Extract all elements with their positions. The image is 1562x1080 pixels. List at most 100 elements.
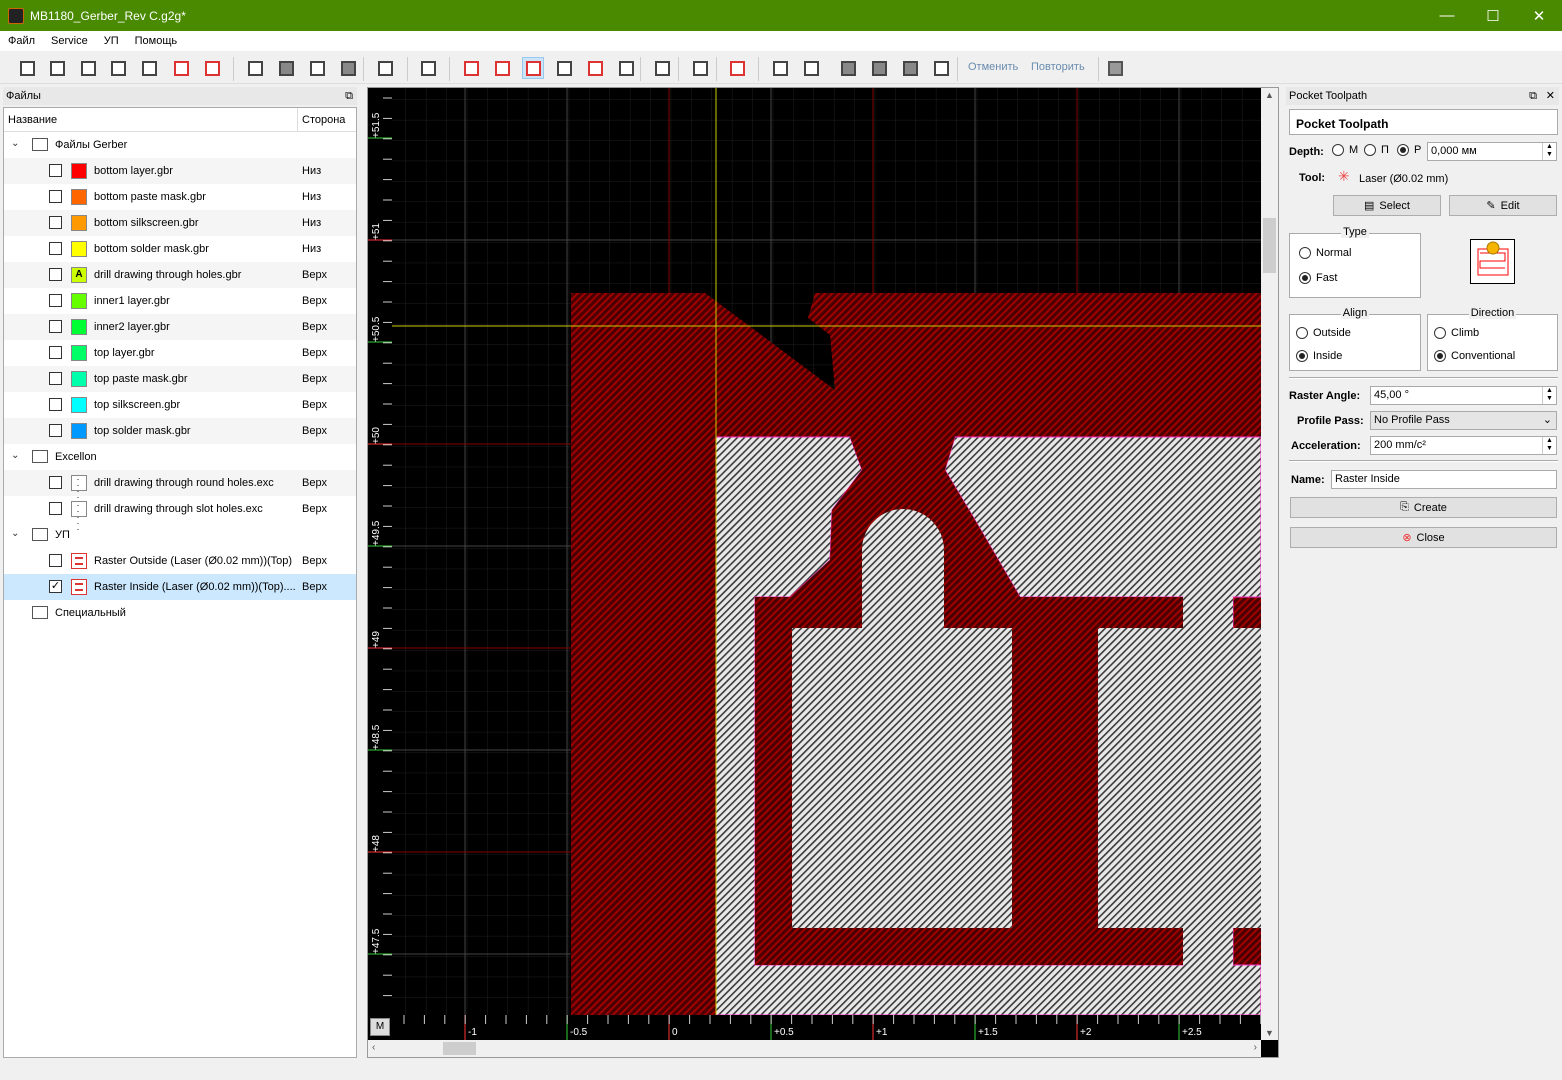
layer-color-swatch[interactable] <box>71 293 87 309</box>
align-radio-1[interactable]: Inside <box>1296 350 1342 362</box>
layer-color-swatch[interactable] <box>71 397 87 413</box>
close-panel-icon[interactable]: ✕ <box>1546 87 1555 105</box>
circle-icon[interactable] <box>800 57 822 79</box>
visibility-checkbox[interactable] <box>49 398 62 411</box>
tree-item[interactable]: bottom paste mask.gbr Низ <box>4 184 356 210</box>
tree-item[interactable]: top layer.gbr Верх <box>4 340 356 366</box>
horizontal-scrollbar[interactable]: ‹ › <box>368 1040 1261 1057</box>
visibility-checkbox[interactable] <box>49 372 62 385</box>
tree-item[interactable]: inner2 layer.gbr Верх <box>4 314 356 340</box>
zoom-window-icon[interactable] <box>306 57 328 79</box>
depth-spinner[interactable]: ▲ ▼ <box>1542 143 1556 160</box>
tree-group[interactable]: ⌄ Файлы Gerber <box>4 132 356 158</box>
panel-view-icon[interactable] <box>417 57 439 79</box>
units-button[interactable]: M <box>370 1018 390 1036</box>
save-as-icon[interactable] <box>107 57 129 79</box>
scroll-left-icon[interactable]: ‹ <box>372 1042 375 1053</box>
visibility-checkbox[interactable] <box>49 242 62 255</box>
scroll-down-icon[interactable]: ▼ <box>1265 1028 1274 1038</box>
expand-chevron-icon[interactable]: ⌄ <box>11 528 19 539</box>
tree-group[interactable]: ⌄ Excellon <box>4 444 356 470</box>
visibility-checkbox[interactable] <box>49 502 62 515</box>
profile-toolpath-icon[interactable] <box>460 57 482 79</box>
type-radio-0[interactable]: Normal <box>1299 247 1351 259</box>
layer-color-swatch[interactable] <box>71 371 87 387</box>
menu-help[interactable]: Помощь <box>127 35 186 47</box>
create-button[interactable]: ⎘ Create <box>1290 497 1557 518</box>
layer-color-swatch[interactable] <box>71 189 87 205</box>
undo-button[interactable]: Отменить <box>968 61 1018 73</box>
path-icon[interactable] <box>553 57 575 79</box>
layer-color-swatch[interactable] <box>71 345 87 361</box>
tree-item[interactable]: top solder mask.gbr Верх <box>4 418 356 444</box>
tree-item[interactable]: top paste mask.gbr Верх <box>4 366 356 392</box>
close-button[interactable]: ✕ <box>1516 0 1562 31</box>
pocket-spiral-icon[interactable] <box>491 57 513 79</box>
expand-chevron-icon[interactable]: ⌄ <box>11 450 19 461</box>
shape-settings-icon[interactable] <box>930 57 952 79</box>
open-icon[interactable] <box>46 57 68 79</box>
float-panel-icon[interactable]: ⧉ <box>345 87 353 105</box>
table-icon[interactable] <box>689 57 711 79</box>
tree-item[interactable]: · ··· · drill drawing through round holes… <box>4 470 356 508</box>
name-input[interactable]: Raster Inside <box>1331 470 1557 489</box>
grid-view-icon[interactable] <box>374 57 396 79</box>
redo-button[interactable]: Повторить <box>1031 61 1085 73</box>
maximize-button[interactable]: ☐ <box>1470 0 1516 31</box>
column-name[interactable]: Название <box>8 114 57 126</box>
tree-item[interactable]: top silkscreen.gbr Верх <box>4 392 356 418</box>
layer-color-swatch[interactable] <box>71 241 87 257</box>
save-icon[interactable] <box>77 57 99 79</box>
save-all-icon[interactable] <box>138 57 160 79</box>
raster-angle-input[interactable]: 45,00 ° ▲ ▼ <box>1370 386 1557 405</box>
drill-target-icon[interactable] <box>584 57 606 79</box>
visibility-checkbox[interactable] <box>49 320 62 333</box>
depth-radio-2[interactable]: Р <box>1397 144 1421 156</box>
profile-pass-select[interactable]: No Profile Pass ⌄ <box>1370 411 1557 430</box>
minimize-button[interactable]: — <box>1424 0 1470 31</box>
zoom-fit-icon[interactable] <box>244 57 266 79</box>
visibility-checkbox[interactable] <box>49 190 62 203</box>
shape-subtract-icon[interactable] <box>868 57 890 79</box>
pcb-view[interactable]: +51.5 +51 +50.5 +50 +49.5 +49 +48.5 +48 +47.5 -1… <box>368 88 1280 1059</box>
tree-item[interactable]: Adrill drawing through holes.gbr Верх <box>4 262 356 288</box>
rectangle-icon[interactable] <box>769 57 791 79</box>
menu-toolpath[interactable]: УП <box>96 35 127 47</box>
export-pdf-icon[interactable] <box>170 57 192 79</box>
visibility-checkbox[interactable] <box>49 476 62 489</box>
align-radio-0[interactable]: Outside <box>1296 327 1351 339</box>
pocket-raster-icon[interactable] <box>522 57 544 79</box>
visibility-checkbox[interactable] <box>49 164 62 177</box>
menu-file[interactable]: Файл <box>0 35 43 47</box>
layer-color-swatch[interactable] <box>71 215 87 231</box>
float-panel-icon[interactable]: ⧉ <box>1529 87 1537 105</box>
visibility-checkbox[interactable] <box>49 554 62 567</box>
close-dialog-button[interactable]: ⊗ Close <box>1290 527 1557 548</box>
zoom-out-icon[interactable] <box>337 57 359 79</box>
new-project-icon[interactable] <box>16 57 38 79</box>
scroll-right-icon[interactable]: › <box>1254 1042 1257 1053</box>
horizontal-scroll-thumb[interactable] <box>443 1042 476 1055</box>
shape-union-icon[interactable] <box>837 57 859 79</box>
drill-points-icon[interactable] <box>615 57 637 79</box>
vertical-scroll-thumb[interactable] <box>1263 218 1276 273</box>
visibility-checkbox[interactable] <box>49 294 62 307</box>
acceleration-spinner[interactable]: ▲ ▼ <box>1542 437 1556 454</box>
simulate-icon[interactable] <box>651 57 673 79</box>
type-radio-1[interactable]: Fast <box>1299 272 1337 284</box>
visibility-checkbox[interactable] <box>49 268 62 281</box>
tree-item[interactable]: Raster Outside (Laser (Ø0.02 mm))(Top) Ве… <box>4 548 356 574</box>
shape-intersect-icon[interactable] <box>899 57 921 79</box>
edit-tool-button[interactable]: ✎ Edit <box>1449 195 1557 216</box>
direction-radio-0[interactable]: Climb <box>1434 327 1479 339</box>
layer-color-swatch[interactable] <box>71 423 87 439</box>
tree-item[interactable]: ✓ Raster Inside (Laser (Ø0.02 mm))(Top)..… <box>4 574 356 600</box>
close-file-icon[interactable] <box>201 57 223 79</box>
layer-color-swatch[interactable] <box>71 319 87 335</box>
direction-radio-1[interactable]: Conventional <box>1434 350 1515 362</box>
tree-item[interactable]: bottom solder mask.gbr Низ <box>4 236 356 262</box>
viewport-canvas[interactable]: +51.5 +51 +50.5 +50 +49.5 +49 +48.5 +48 +47.5 -1… <box>367 87 1279 1058</box>
tree-item[interactable]: inner1 layer.gbr Верх <box>4 288 356 314</box>
column-side[interactable]: Сторона <box>302 114 345 126</box>
tree-item[interactable]: bottom silkscreen.gbr Низ <box>4 210 356 236</box>
